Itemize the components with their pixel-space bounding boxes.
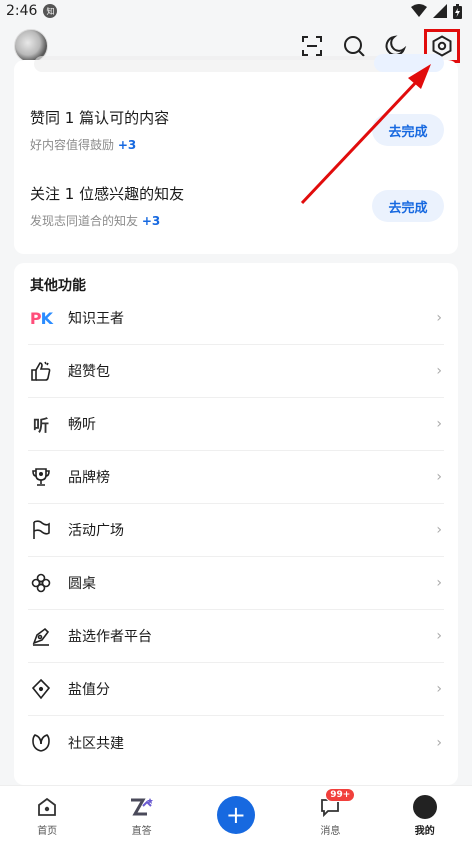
task-subtitle: 好内容值得鼓励 +3: [30, 136, 169, 153]
messages-badge: 99+: [325, 787, 356, 802]
feature-item-creator-platform[interactable]: 盐选作者平台 ›: [28, 610, 444, 663]
diamond-icon: [28, 676, 54, 702]
status-right: [411, 3, 462, 19]
feature-label: 盐选作者平台: [68, 629, 152, 645]
pk-icon: PK: [28, 305, 54, 331]
nav-messages[interactable]: 99+ 消息: [290, 787, 370, 837]
wifi-icon: [411, 4, 427, 17]
feature-label: 社区共建: [68, 735, 124, 752]
feature-label: 超赞包: [68, 364, 110, 380]
nav-me-label: 我的: [414, 825, 435, 837]
nav-create[interactable]: +: [196, 796, 276, 834]
zhida-icon: [129, 794, 155, 820]
feature-label: 活动广场: [68, 523, 124, 539]
me-avatar-icon: [412, 794, 438, 820]
scan-icon: [302, 36, 322, 56]
nav-zhida[interactable]: 直答: [102, 794, 182, 837]
chevron-right-icon: ›: [436, 416, 442, 432]
task-bonus: +3: [117, 138, 137, 152]
task-title: 关注 1 位感兴趣的知友: [30, 185, 185, 203]
search-icon: [344, 36, 365, 57]
plus-icon[interactable]: +: [216, 796, 255, 834]
complete-task-button[interactable]: 去完成: [372, 114, 444, 146]
task-subtitle: 发现志同道合的知友 +3: [30, 212, 184, 229]
task-subtitle-text: 发现志同道合的知友: [30, 214, 139, 228]
chevron-right-icon: ›: [436, 628, 442, 644]
status-time: 2:46: [6, 3, 38, 19]
home-icon: [34, 794, 60, 820]
status-bar: 2:46 知: [0, 0, 472, 22]
task-text: 关注 1 位感兴趣的知友 发现志同道合的知友 +3: [30, 183, 184, 229]
flower-icon: [28, 570, 54, 596]
flag-icon: [28, 517, 54, 543]
ting-icon: 听: [32, 416, 49, 435]
zhihu-notification-icon: 知: [43, 4, 58, 18]
pk-k: K: [40, 308, 53, 328]
feature-item-knowledge-king[interactable]: PK 知识王者 ›: [28, 292, 444, 345]
chevron-right-icon: ›: [436, 522, 442, 538]
pen-icon: [28, 623, 54, 649]
pk-p: P: [29, 308, 42, 328]
feature-item-brand-rank[interactable]: 品牌榜 ›: [28, 451, 444, 504]
nav-me[interactable]: 我的: [385, 794, 465, 837]
bottom-nav: 首页 直答 + 99+ 消息 我的: [0, 785, 472, 844]
status-left: 2:46 知: [6, 3, 58, 19]
feature-item-community[interactable]: 社区共建 ›: [28, 716, 444, 769]
task-partial-button[interactable]: [374, 54, 444, 72]
nav-home[interactable]: 首页: [7, 794, 87, 837]
nav-messages-label: 消息: [320, 825, 341, 837]
battery-icon: [453, 3, 462, 19]
me-avatar: [412, 794, 437, 819]
message-icon: 99+: [317, 787, 356, 820]
task-title: 赞同 1 篇认可的内容: [30, 109, 170, 127]
feature-label: 知识王者: [68, 311, 124, 327]
task-row: 赞同 1 篇认可的内容 好内容值得鼓励 +3 去完成: [30, 100, 444, 160]
trophy-icon: [28, 464, 54, 490]
complete-task-button[interactable]: 去完成: [372, 190, 444, 222]
feature-label: 圆桌: [68, 576, 96, 592]
chevron-right-icon: ›: [436, 681, 442, 697]
task-row: 关注 1 位感兴趣的知友 发现志同道合的知友 +3 去完成: [30, 176, 444, 236]
feature-label: 畅听: [68, 417, 96, 433]
task-text: 赞同 1 篇认可的内容 好内容值得鼓励 +3: [30, 107, 169, 153]
task-bonus: +3: [141, 214, 161, 228]
features-card: 其他功能 PK 知识王者 › 超赞包 › 听 畅听 › 品牌榜 › 活动广场 ›…: [14, 263, 458, 785]
chevron-right-icon: ›: [436, 469, 442, 485]
feature-item-events[interactable]: 活动广场 ›: [28, 504, 444, 557]
thumbs-up-icon: [28, 358, 54, 384]
feature-item-super-like[interactable]: 超赞包 ›: [28, 345, 444, 398]
task-subtitle-text: 好内容值得鼓励: [30, 138, 115, 152]
tasks-card: 赞同 1 篇认可的内容 好内容值得鼓励 +3 去完成 关注 1 位感兴趣的知友 …: [14, 54, 458, 254]
feature-label: 盐值分: [68, 682, 110, 698]
signal-icon: [433, 4, 447, 18]
feature-list: PK 知识王者 › 超赞包 › 听 畅听 › 品牌榜 › 活动广场 › 圆桌 ›…: [14, 292, 458, 769]
nav-zhida-label: 直答: [131, 825, 152, 837]
chevron-right-icon: ›: [436, 310, 442, 326]
feature-item-roundtable[interactable]: 圆桌 ›: [28, 557, 444, 610]
chevron-right-icon: ›: [436, 363, 442, 379]
nav-home-label: 首页: [37, 825, 58, 837]
leaf-icon: [28, 730, 54, 756]
feature-label: 品牌榜: [68, 470, 110, 486]
feature-item-salt-score[interactable]: 盐值分 ›: [28, 663, 444, 716]
chevron-right-icon: ›: [436, 734, 442, 751]
feature-item-listen[interactable]: 听 畅听 ›: [28, 398, 444, 451]
chevron-right-icon: ›: [436, 575, 442, 591]
